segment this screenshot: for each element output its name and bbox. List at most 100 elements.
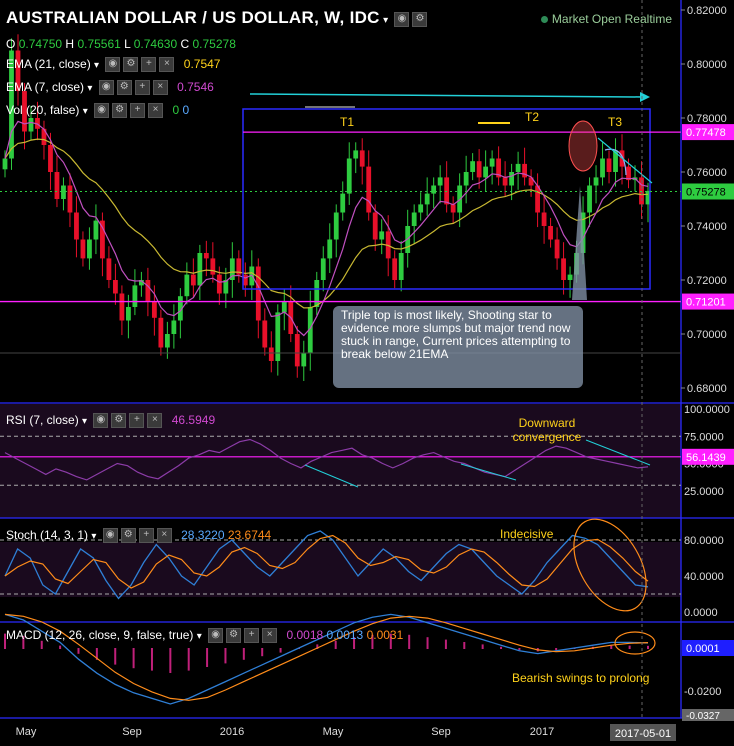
plus-icon[interactable]: + — [141, 57, 157, 73]
macd-histogram-bar — [150, 648, 153, 671]
macd-value-tag: 0.0001 — [686, 643, 720, 655]
macd-histogram-bar — [647, 645, 649, 649]
gear-icon[interactable]: ⚙ — [123, 57, 139, 73]
candle-body — [113, 280, 118, 294]
macd-value-2: 0.0013 — [326, 628, 364, 642]
ema7-label[interactable]: EMA (7, close) — [6, 80, 84, 94]
macd-histogram-bar — [463, 642, 466, 649]
eye-icon[interactable]: ◉ — [105, 57, 121, 73]
candle-body — [268, 347, 274, 361]
plus-icon[interactable]: + — [244, 628, 260, 644]
symbol-header[interactable]: AUSTRALIAN DOLLAR / US DOLLAR, W, IDC ▾ … — [6, 8, 428, 28]
gear-icon[interactable]: ⚙ — [120, 528, 136, 544]
t3-highlight — [568, 120, 598, 172]
close-icon[interactable]: × — [152, 80, 168, 96]
macd-label[interactable]: MACD (12, 26, close, 9, false, true) — [6, 628, 193, 642]
candle-body — [54, 172, 60, 199]
ema7-value: 0.7546 — [177, 80, 214, 94]
low-label: L — [124, 37, 131, 51]
time-tick-label: Sep — [431, 726, 451, 738]
candle-body — [275, 312, 281, 361]
eye-icon[interactable]: ◉ — [394, 12, 410, 28]
chevron-down-icon[interactable]: ▾ — [197, 631, 202, 642]
rsi-legend[interactable]: RSI (7, close) ▾ ◉ ⚙ + × 46.5949 — [6, 413, 215, 429]
t3-label: T3 — [608, 115, 623, 129]
chevron-down-icon[interactable]: ▾ — [94, 60, 99, 71]
gear-icon[interactable]: ⚙ — [112, 103, 128, 119]
candle-body — [301, 352, 307, 367]
price-tick-label: 0.68000 — [687, 383, 727, 395]
t1-label: T1 — [340, 115, 355, 129]
chevron-down-icon[interactable]: ▾ — [82, 416, 87, 427]
analysis-callout[interactable]: Triple top is most likely, Shooting star… — [333, 306, 583, 388]
candle-body — [593, 177, 599, 186]
ema21-label[interactable]: EMA (21, close) — [6, 57, 91, 71]
plus-icon[interactable]: + — [130, 103, 146, 119]
macd-histogram-bar — [500, 646, 503, 649]
candle-body — [606, 158, 612, 172]
market-status: Market Open Realtime — [540, 12, 672, 26]
eye-icon[interactable]: ◉ — [98, 80, 114, 96]
gear-icon[interactable]: ⚙ — [412, 12, 428, 28]
chevron-down-icon[interactable]: ▾ — [87, 83, 92, 94]
vol-label[interactable]: Vol (20, false) — [6, 103, 79, 117]
chevron-down-icon[interactable]: ▾ — [83, 106, 88, 117]
macd-value-3: 0.0031 — [366, 628, 404, 642]
price-tick-label: 0.78000 — [687, 113, 727, 125]
stoch-label[interactable]: Stoch (14, 3, 1) — [6, 528, 88, 542]
close-icon[interactable]: × — [148, 103, 164, 119]
candle-body — [340, 193, 346, 213]
candle-body — [190, 274, 196, 286]
plus-icon[interactable]: + — [138, 528, 154, 544]
stoch-k-value: 28.3220 — [181, 528, 225, 542]
candle-body — [106, 258, 112, 280]
candle-body — [587, 185, 592, 213]
candle-body — [353, 150, 359, 159]
price-tick-label: 0.76000 — [687, 167, 727, 179]
price-tick-label: 0.82000 — [687, 5, 727, 17]
macd-legend[interactable]: MACD (12, 26, close, 9, false, true) ▾ ◉… — [6, 628, 404, 644]
candle-body — [411, 212, 417, 226]
candle-body — [281, 301, 287, 313]
candle-body — [184, 274, 190, 297]
candle-body — [444, 177, 450, 205]
candle-body — [541, 212, 547, 226]
ema21-legend[interactable]: EMA (21, close) ▾ ◉ ⚙ + × 0.7547 — [6, 57, 221, 73]
ema7-legend[interactable]: EMA (7, close) ▾ ◉ ⚙ + × 0.7546 — [6, 80, 214, 96]
time-tick-label: 2016 — [220, 726, 244, 738]
vol-value-2: 0 — [182, 103, 190, 117]
plus-icon[interactable]: + — [129, 413, 145, 429]
low-value: 0.74630 — [133, 37, 178, 51]
eye-icon[interactable]: ◉ — [102, 528, 118, 544]
macd-histogram-bar — [628, 645, 631, 649]
close-icon[interactable]: × — [156, 528, 172, 544]
rsi-tick-label: 100.0000 — [684, 404, 730, 416]
eye-icon[interactable]: ◉ — [208, 628, 224, 644]
close-icon[interactable]: × — [147, 413, 163, 429]
chevron-down-icon[interactable]: ▾ — [383, 15, 388, 26]
price-tick-label: 0.74000 — [687, 221, 727, 233]
vol-legend[interactable]: Vol (20, false) ▾ ◉ ⚙ + × 0 0 — [6, 103, 190, 119]
symbol-title[interactable]: AUSTRALIAN DOLLAR / US DOLLAR, W, IDC — [6, 8, 380, 27]
candle-body — [119, 293, 125, 321]
gear-icon[interactable]: ⚙ — [226, 628, 242, 644]
close-icon[interactable]: × — [262, 628, 278, 644]
time-tick-label: 2017 — [530, 726, 554, 738]
time-tick-label: Sep — [122, 726, 142, 738]
gear-icon[interactable]: ⚙ — [111, 413, 127, 429]
candle-body — [554, 239, 560, 259]
eye-icon[interactable]: ◉ — [93, 413, 109, 429]
eye-icon[interactable]: ◉ — [94, 103, 110, 119]
price-tick-label: 0.80000 — [687, 59, 727, 71]
close-value: 0.75278 — [192, 37, 236, 51]
close-icon[interactable]: × — [159, 57, 175, 73]
ema21-value: 0.7547 — [183, 57, 221, 71]
status-dot-icon — [540, 16, 548, 23]
gear-icon[interactable]: ⚙ — [116, 80, 132, 96]
candle-body — [171, 320, 177, 334]
chevron-down-icon[interactable]: ▾ — [91, 531, 96, 542]
stoch-legend[interactable]: Stoch (14, 3, 1) ▾ ◉ ⚙ + × 28.3220 23.6744 — [6, 528, 271, 544]
candle-body — [87, 239, 92, 259]
plus-icon[interactable]: + — [134, 80, 150, 96]
rsi-label[interactable]: RSI (7, close) — [6, 413, 79, 427]
